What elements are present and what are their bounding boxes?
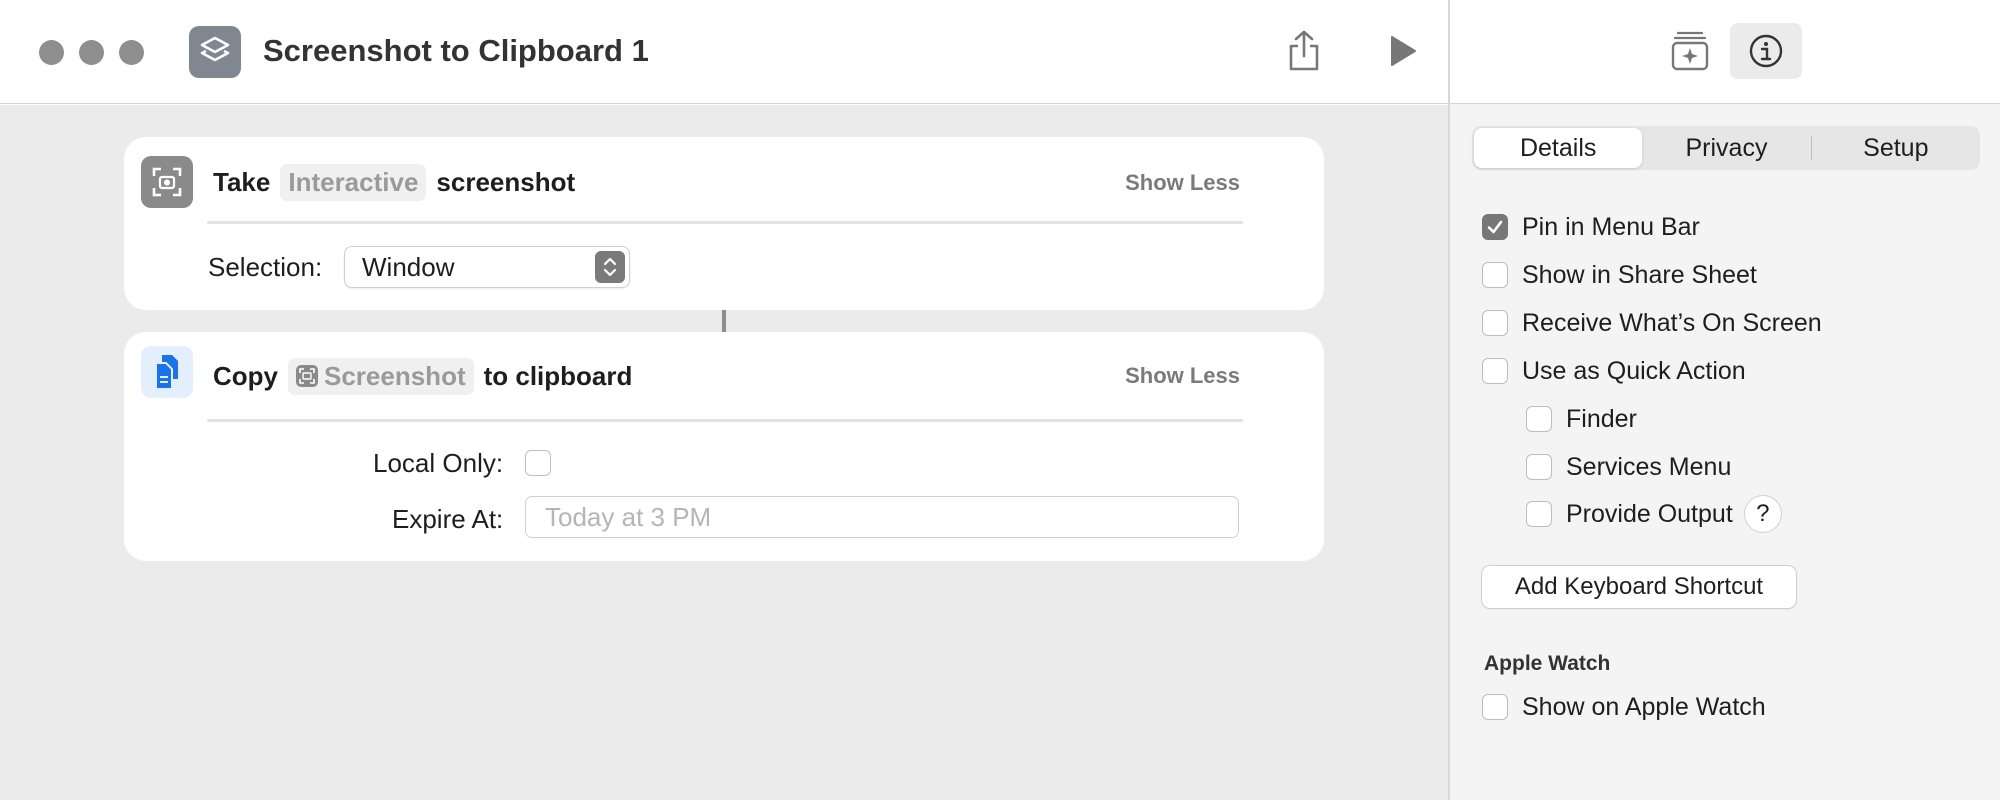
copy-to-clipboard-action[interactable]: Copy Screenshot to clipboard Show Less L… [124,332,1324,561]
tab-setup[interactable]: Setup [1812,128,1980,168]
services-menu-checkbox[interactable] [1526,454,1552,480]
expire-at-label: Expire At: [392,504,504,534]
action-connector [722,310,726,332]
option-label: Finder [1566,404,1637,433]
option-use-as-quick-action[interactable]: Use as Quick Action [1482,354,1746,388]
option-label: Show on Apple Watch [1522,692,1766,721]
divider [207,419,1243,422]
tab-privacy[interactable]: Privacy [1642,128,1810,168]
screenshot-variable-token[interactable]: Screenshot [288,357,474,395]
option-finder[interactable]: Finder [1526,402,1637,436]
inspector-panel: Details Privacy Setup Pin in Menu Bar Sh… [1448,0,2000,800]
local-only-label: Local Only: [373,448,504,478]
option-services-menu[interactable]: Services Menu [1526,450,1731,484]
shortcut-editor: Take Interactive screenshot Show Less Se… [0,105,1448,800]
action-title: Take Interactive screenshot [213,162,575,202]
selection-popup[interactable]: Window [344,246,630,288]
token-label: Screenshot [324,360,466,391]
screenshot-icon [141,156,193,208]
selection-label: Selection: [208,252,323,282]
option-provide-output[interactable]: Provide Output ? [1526,496,1781,532]
inspector-tabs: Details Privacy Setup [1472,126,1980,170]
inspector-toolbar [1450,0,2000,104]
interactive-token[interactable]: Interactive [280,163,427,201]
option-show-in-share-sheet[interactable]: Show in Share Sheet [1482,258,1757,292]
checkmark-icon [1487,220,1503,234]
title-bar: Screenshot to Clipboard 1 [0,0,1448,104]
option-receive-whats-on-screen[interactable]: Receive What’s On Screen [1482,306,1822,340]
action-noun: to clipboard [483,360,633,391]
local-only-checkbox[interactable] [525,450,551,476]
provide-output-checkbox[interactable] [1526,501,1552,527]
option-label: Receive What’s On Screen [1522,308,1822,337]
add-keyboard-shortcut-button[interactable]: Add Keyboard Shortcut [1482,566,1796,608]
zoom-window-button[interactable] [119,40,144,65]
shortcuts-icon [189,26,241,78]
show-less-button[interactable]: Show Less [1125,363,1240,389]
show-in-share-sheet-checkbox[interactable] [1482,262,1508,288]
pin-in-menu-bar-checkbox[interactable] [1482,214,1508,240]
tab-details[interactable]: Details [1474,128,1643,168]
use-as-quick-action-checkbox[interactable] [1482,358,1508,384]
selection-value: Window [362,252,455,282]
share-icon[interactable] [1286,30,1322,72]
option-show-on-apple-watch[interactable]: Show on Apple Watch [1482,690,1766,724]
show-on-apple-watch-checkbox[interactable] [1482,694,1508,720]
help-button[interactable]: ? [1744,496,1781,532]
option-pin-in-menu-bar[interactable]: Pin in Menu Bar [1482,210,1700,244]
expire-at-field[interactable] [525,496,1239,538]
screenshot-icon [296,365,318,387]
action-title: Copy Screenshot to clipboard [213,356,632,396]
apple-watch-heading: Apple Watch [1484,652,1611,675]
library-add-icon[interactable] [1670,30,1710,72]
minimize-window-button[interactable] [79,40,104,65]
finder-checkbox[interactable] [1526,406,1552,432]
option-label: Use as Quick Action [1522,356,1746,385]
option-label: Show in Share Sheet [1522,260,1757,289]
receive-whats-on-screen-checkbox[interactable] [1482,310,1508,336]
copy-document-icon [141,346,193,398]
action-verb: Take [213,166,271,197]
close-window-button[interactable] [39,40,64,65]
option-label: Pin in Menu Bar [1522,212,1700,241]
chevron-up-down-icon [595,251,625,283]
action-noun: screenshot [436,166,576,197]
option-label: Provide Output [1566,499,1733,528]
action-verb: Copy [213,360,278,391]
divider [207,221,1243,224]
show-less-button[interactable]: Show Less [1125,170,1240,196]
info-icon[interactable] [1730,23,1802,79]
window-title: Screenshot to Clipboard 1 [263,33,649,68]
play-icon[interactable] [1388,34,1418,68]
option-label: Services Menu [1566,452,1732,481]
take-screenshot-action[interactable]: Take Interactive screenshot Show Less Se… [124,137,1324,310]
